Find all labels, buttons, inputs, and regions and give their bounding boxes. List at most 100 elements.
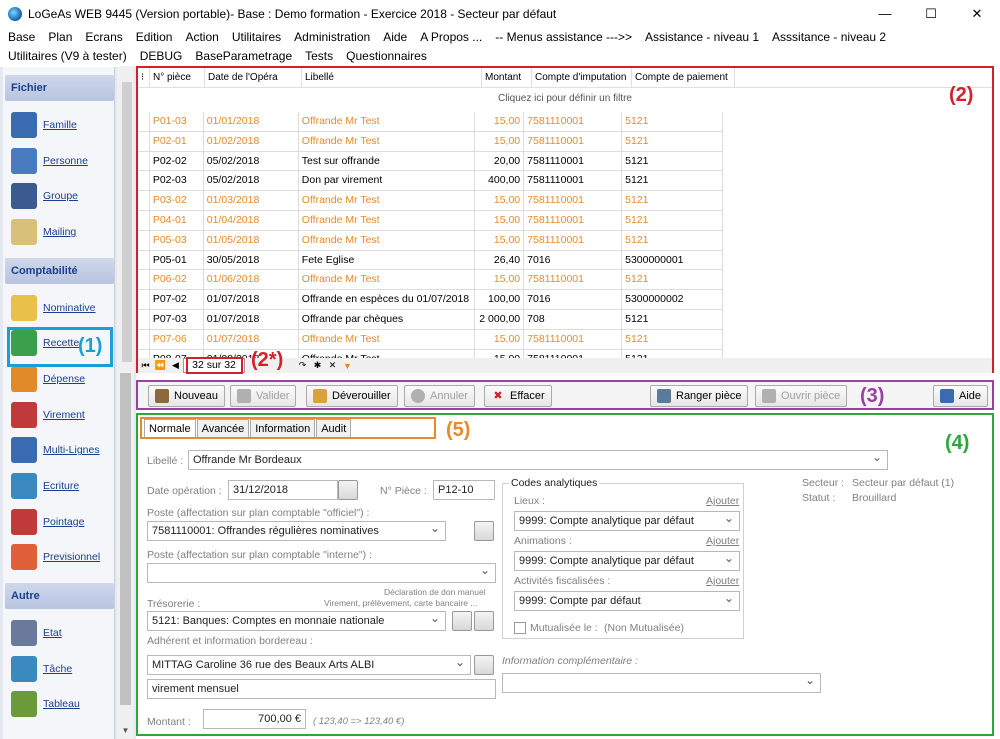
poste-interne-combo[interactable] [147,561,496,583]
row-selector[interactable] [138,270,150,290]
minimize-button[interactable]: — [862,0,908,27]
column-header[interactable]: N° pièce [150,68,205,87]
column-header[interactable]: Montant [482,68,532,87]
table-row[interactable]: P03-02 01/03/2018 Offrande Mr Test 15,00 758… [138,191,724,211]
lieux-combo[interactable]: 9999: Compte analytique par défaut [514,509,740,531]
table-row[interactable]: P07-03 01/07/2018 Offrande par chèques 2 00… [138,309,724,330]
maximize-button[interactable]: ☐ [908,0,954,27]
grid-left-scrollbar[interactable] [120,66,134,373]
tab-audit[interactable]: Audit [316,419,352,437]
add-animations-link[interactable]: Ajouter [706,535,739,547]
row-selector[interactable] [138,250,150,270]
menu-item[interactable]: BaseParametrage [195,49,292,63]
menu-item[interactable]: Utilitaires (V9 à tester) [8,49,127,63]
close-button[interactable]: ✕ [954,0,1000,27]
info-comp-combo[interactable] [502,671,821,693]
row-selector[interactable] [138,210,150,230]
store-piece-button[interactable]: Ranger pièce [650,385,749,407]
row-selector[interactable] [138,191,150,210]
sidebar-item-nominative[interactable]: Nominative [3,290,114,326]
table-row[interactable]: P05-03 01/05/2018 Offrande Mr Test 15,00 758… [138,230,724,251]
asterisk-icon[interactable]: ✱ [310,360,325,371]
sidebar-item-etat[interactable]: Etat [3,615,114,651]
row-selector[interactable] [138,230,150,250]
table-row[interactable]: P02-01 01/02/2018 Offrande Mr Test 15,00 758… [138,131,724,152]
poste-officiel-combo[interactable]: 7581110001: Offrandes régulières nominat… [147,519,446,541]
mutualisee-checkbox[interactable] [514,622,526,634]
new-button[interactable]: Nouveau [148,385,226,407]
sidebar-item-famille[interactable]: Famille [3,107,114,143]
montant-field[interactable]: 700,00 € [203,709,306,729]
table-row[interactable]: P01-03 01/01/2018 Offrande Mr Test 15,00 758… [138,112,724,132]
add-activites-link[interactable]: Ajouter [706,575,739,587]
sidebar-item-mailing[interactable]: Mailing [3,214,114,250]
column-header[interactable]: Compte de paiement [632,68,735,87]
sidebar-item-t-che[interactable]: Tâche [3,651,114,687]
tab-avanc-e[interactable]: Avancée [196,419,250,437]
menu-item[interactable]: Plan [48,30,72,44]
sidebar-item-tableau[interactable]: Tableau [3,687,114,723]
sidebar-item-ecriture[interactable]: Ecriture [3,468,114,504]
menu-item[interactable]: DEBUG [140,49,183,63]
sidebar-item-virement[interactable]: Virement [3,397,114,433]
activites-combo[interactable]: 9999: Compte par défaut [514,589,740,611]
cancel-button[interactable]: Annuler [404,385,475,407]
tab-information[interactable]: Information [250,419,316,437]
table-row[interactable]: P05-01 30/05/2018 Fete Eglise 26,40 7016 5300… [138,250,724,271]
row-selector[interactable] [138,112,150,131]
bank-icon[interactable] [452,611,472,631]
column-header[interactable]: Libellé [302,68,482,87]
bordereau-field[interactable]: virement mensuel [147,679,496,699]
tresorerie-combo[interactable]: 5121: Banques: Comptes en monnaie nation… [147,609,446,631]
open-piece-button[interactable]: Ouvrir pièce [755,385,848,407]
sidebar-section-title[interactable]: Comptabilité [5,257,114,284]
menu-item[interactable]: Asssitance - niveau 2 [772,30,886,44]
menu-item[interactable]: -- Menus assistance --->> [495,30,632,44]
help-button[interactable]: Aide [933,385,989,407]
date-field[interactable]: 31/12/2018 [228,480,338,500]
menu-item[interactable]: Action [185,30,218,44]
menu-item[interactable]: Assistance - niveau 1 [645,30,759,44]
account-lookup-icon[interactable] [474,521,494,541]
table-row[interactable]: P02-02 05/02/2018 Test sur offrande 20,00 75… [138,151,724,172]
menu-item[interactable]: Administration [294,30,370,44]
libelle-field[interactable]: Offrande Mr Bordeaux [188,448,888,470]
scroll-down-icon[interactable]: ▼ [117,723,134,739]
menu-item[interactable]: A Propos ... [420,30,482,44]
validate-button[interactable]: Valider [230,385,297,407]
menu-item[interactable]: Tests [305,49,333,63]
table-row[interactable]: P07-06 01/07/2018 Offrande Mr Test 15,00 758… [138,329,724,350]
sidebar-section-title[interactable]: Autre [5,583,114,610]
add-lieux-link[interactable]: Ajouter [706,495,739,507]
menu-item[interactable]: Ecrans [85,30,122,44]
delete-button[interactable]: ✖ Effacer [484,385,552,407]
column-chooser-icon[interactable]: ⁝ [138,68,150,87]
menu-item[interactable]: Aide [383,30,407,44]
filter-icon[interactable]: ▼ [340,361,355,371]
sidebar-item-pointage[interactable]: Pointage [3,504,114,540]
filter-row[interactable]: Cliquez ici pour définir un filtre [138,88,992,110]
menu-item[interactable]: Questionnaires [346,49,427,63]
sidebar-section-title[interactable]: Fichier [5,75,114,101]
table-row[interactable]: P04-01 01/04/2018 Offrande Mr Test 15,00 758… [138,210,724,231]
calendar-icon[interactable] [338,480,358,500]
row-selector[interactable] [138,329,150,349]
scrollbar-thumb[interactable] [122,82,132,362]
adherent-combo[interactable]: MITTAG Caroline 36 rue des Beaux Arts AL… [147,653,471,675]
clear-filter-icon[interactable]: ✕ [325,360,340,371]
row-selector[interactable] [138,290,150,309]
menu-item[interactable]: Base [8,30,35,44]
column-header[interactable]: Date de l'Opéra [205,68,302,87]
table-row[interactable]: P06-02 01/06/2018 Offrande Mr Test 15,00 758… [138,270,724,291]
prev-page-icon[interactable]: ⏪ [153,360,168,371]
search-icon[interactable] [474,655,494,675]
row-selector[interactable] [138,131,150,151]
unlock-button[interactable]: Déverouiller [306,385,398,407]
table-row[interactable]: P07-02 01/07/2018 Offrande en espèces du 0… [138,290,724,310]
row-selector[interactable] [138,309,150,329]
sidebar-item-groupe[interactable]: Groupe [3,178,114,214]
piece-field[interactable]: P12-10 [433,480,495,500]
sidebar-item-multi-lignes[interactable]: Multi-Lignes [3,433,114,469]
column-header[interactable]: Compte d'imputation [532,68,632,87]
row-selector[interactable] [138,151,150,171]
